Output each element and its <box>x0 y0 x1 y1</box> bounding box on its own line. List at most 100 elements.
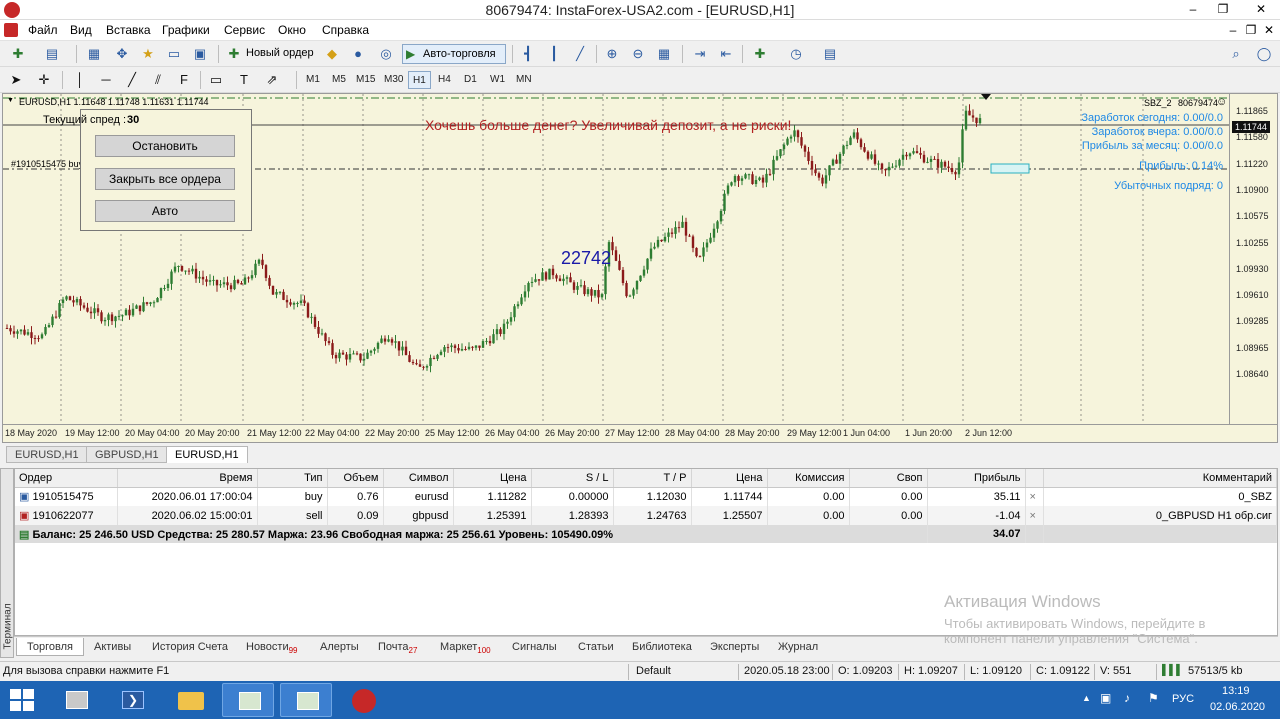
col-comment[interactable]: Комментарий <box>1043 469 1277 488</box>
horizontal-line-icon[interactable]: ─ <box>96 71 116 89</box>
menu-insert[interactable]: Вставка <box>106 23 151 37</box>
data-window-icon[interactable]: ✥ <box>112 45 132 63</box>
trend-line-icon[interactable]: ╱ <box>122 71 142 89</box>
col-current-price[interactable]: Цена <box>691 469 768 488</box>
col-symbol[interactable]: Символ <box>383 469 454 488</box>
tab-eurusd-h1[interactable]: EURUSD,H1 <box>6 446 88 463</box>
stop-button[interactable]: Остановить <box>95 135 235 157</box>
tab-mailbox[interactable]: Почта27 <box>378 638 417 656</box>
tab-signals[interactable]: Сигналы <box>512 638 557 656</box>
menu-tools[interactable]: Сервис <box>224 23 265 37</box>
cursor-icon[interactable]: ➤ <box>6 71 26 89</box>
tf-m30[interactable]: M30 <box>380 71 407 89</box>
metatrader-app-2[interactable] <box>280 683 332 717</box>
fibonacci-icon[interactable]: F <box>174 71 194 89</box>
tab-articles[interactable]: Статьи <box>578 638 614 656</box>
terminal-side-label[interactable]: Терминал <box>0 468 14 658</box>
tab-experts[interactable]: Эксперты <box>710 638 759 656</box>
network-icon[interactable]: ▣ <box>1100 691 1111 705</box>
chart-shift-icon[interactable]: ⇤ <box>716 45 736 63</box>
tf-m5[interactable]: M5 <box>328 71 350 89</box>
col-time[interactable]: Время <box>117 469 258 488</box>
bar-chart-icon[interactable]: ┫ <box>518 45 538 63</box>
menu-view[interactable]: Вид <box>70 23 92 37</box>
tab-assets[interactable]: Активы <box>94 638 131 656</box>
tray-time[interactable]: 13:19 <box>1222 685 1250 697</box>
menu-window[interactable]: Окно <box>278 23 306 37</box>
col-type[interactable]: Тип <box>257 469 328 488</box>
new-order-icon[interactable]: ✚ <box>224 45 244 63</box>
arrows-icon[interactable]: ⇗ <box>262 71 282 89</box>
col-sl[interactable]: S / L <box>531 469 614 488</box>
strategy-tester-icon[interactable]: ▣ <box>190 45 210 63</box>
metatrader-app-1[interactable] <box>222 683 274 717</box>
tab-news[interactable]: Новости99 <box>246 638 298 656</box>
auto-trading-button[interactable]: ▶ Авто-торговля <box>402 44 506 64</box>
tab-gbpusd-h1[interactable]: GBPUSD,H1 <box>86 446 168 463</box>
file-explorer-icon[interactable] <box>164 683 216 717</box>
tab-eurusd-h1-active[interactable]: EURUSD,H1 <box>166 446 248 463</box>
maximize-button[interactable]: ❐ <box>1210 1 1236 18</box>
tile-windows-icon[interactable]: ▦ <box>654 45 674 63</box>
zoom-out-icon[interactable]: ⊖ <box>628 45 648 63</box>
menu-help[interactable]: Справка <box>322 23 369 37</box>
powershell-icon[interactable]: ❯ <box>106 683 158 717</box>
tf-w1[interactable]: W1 <box>486 71 509 89</box>
col-commission[interactable]: Комиссия <box>767 469 850 488</box>
text-label-icon[interactable]: T <box>234 71 254 89</box>
tab-alerts[interactable]: Алерты <box>320 638 359 656</box>
auto-scroll-icon[interactable]: ⇥ <box>690 45 710 63</box>
tab-library[interactable]: Библиотека <box>632 638 692 656</box>
tf-h1[interactable]: H1 <box>408 71 431 89</box>
close-order-icon[interactable]: × <box>1025 506 1044 525</box>
server-manager-icon[interactable] <box>50 683 102 717</box>
tab-journal[interactable]: Журнал <box>778 638 818 656</box>
chat-icon[interactable]: ● <box>348 45 368 63</box>
profiles-icon[interactable]: ▤ <box>42 45 62 63</box>
windows-start-icon[interactable] <box>10 689 34 711</box>
line-chart-icon[interactable]: ╱ <box>570 45 590 63</box>
tf-h4[interactable]: H4 <box>434 71 455 89</box>
new-order-button[interactable]: Новый ордер <box>246 47 314 59</box>
close-order-icon[interactable]: × <box>1025 487 1044 506</box>
periods-icon[interactable]: ◷ <box>786 45 806 63</box>
col-volume[interactable]: Объем <box>327 469 384 488</box>
chat-bubble-icon[interactable]: ◯ <box>1254 45 1274 63</box>
table-row[interactable]: ▣ 1910622077 2020.06.02 15:00:01 sell 0.… <box>15 506 1277 525</box>
doc-minimize-button[interactable]: – <box>1224 22 1242 39</box>
col-tp[interactable]: T / P <box>613 469 692 488</box>
tab-trade[interactable]: Торговля <box>16 638 84 656</box>
doc-restore-button[interactable]: ❐ <box>1242 22 1260 39</box>
navigator-icon[interactable]: ★ <box>138 45 158 63</box>
input-language[interactable]: РУС <box>1172 693 1194 705</box>
tf-m15[interactable]: M15 <box>352 71 379 89</box>
zoom-in-icon[interactable]: ⊕ <box>602 45 622 63</box>
signals-icon[interactable]: ◎ <box>376 45 396 63</box>
terminal-icon[interactable]: ▭ <box>164 45 184 63</box>
col-profit[interactable]: Прибыль <box>927 469 1026 488</box>
market-watch-icon[interactable]: ▦ <box>84 45 104 63</box>
auto-button[interactable]: Авто <box>95 200 235 222</box>
col-swap[interactable]: Своп <box>849 469 928 488</box>
tf-m1[interactable]: M1 <box>302 71 324 89</box>
candlestick-chart-icon[interactable]: ┃ <box>544 45 564 63</box>
col-order[interactable]: Ордер <box>15 469 118 488</box>
status-profile[interactable]: Default <box>636 665 671 677</box>
equidistant-channel-icon[interactable]: ⫽ <box>148 71 168 89</box>
flag-icon[interactable]: ⚑ <box>1148 691 1159 705</box>
tab-account-history[interactable]: История Счета <box>152 638 228 656</box>
tray-expand-icon[interactable]: ▲ <box>1082 693 1091 703</box>
minimize-button[interactable]: – <box>1180 1 1206 18</box>
tf-mn[interactable]: MN <box>512 71 536 89</box>
tf-d1[interactable]: D1 <box>460 71 481 89</box>
crosshair-icon[interactable]: ✛ <box>34 71 54 89</box>
tab-market[interactable]: Маркет100 <box>440 638 491 656</box>
menu-file[interactable]: Файл <box>28 23 58 37</box>
meta-editor-icon[interactable]: ◆ <box>322 45 342 63</box>
templates-icon[interactable]: ▤ <box>820 45 840 63</box>
indicators-icon[interactable]: ✚ <box>750 45 770 63</box>
chart-menu-icon[interactable]: ▼ <box>7 97 14 104</box>
close-all-orders-button[interactable]: Закрыть все ордера <box>95 168 235 190</box>
new-chart-icon[interactable]: ✚ <box>8 45 28 63</box>
vertical-line-icon[interactable]: │ <box>70 71 90 89</box>
